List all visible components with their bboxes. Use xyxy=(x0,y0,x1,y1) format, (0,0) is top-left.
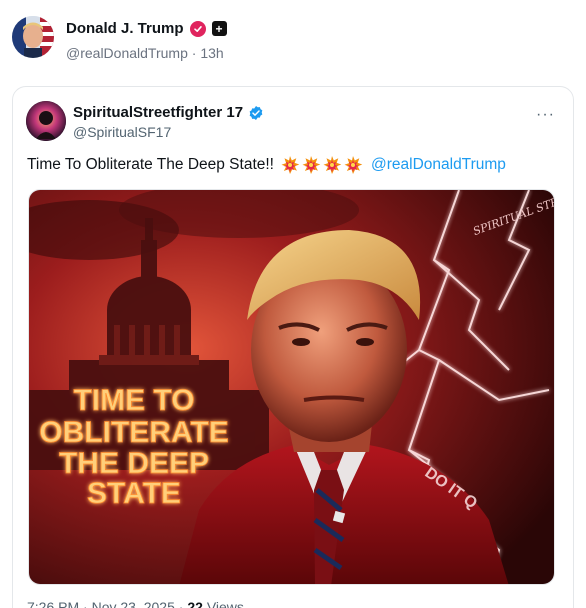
image-overlay-line-4: STATE xyxy=(87,477,181,510)
views-label: Views xyxy=(206,599,244,608)
post-image-art: TIME TO OBLITERATE THE DEEP STATE SPIRIT… xyxy=(29,190,554,584)
avatar[interactable] xyxy=(12,16,54,58)
post-time[interactable]: 13h xyxy=(200,45,223,61)
mention-link[interactable]: @realDonaldTrump xyxy=(371,156,506,174)
post-meta: 7:26 PM · Nov 23, 2025 · 22 Views xyxy=(27,599,244,608)
post-text: Time To Obliterate The Deep State!! @rea… xyxy=(27,155,506,175)
author-handle[interactable]: @realDonaldTrump xyxy=(66,45,188,61)
explosion-icon xyxy=(281,156,300,174)
separator: · xyxy=(191,45,197,61)
verified-badge-icon xyxy=(249,105,263,120)
explosion-icon xyxy=(344,156,363,174)
avatar-image xyxy=(12,16,54,58)
post-header: Donald J. Trump + @realDonaldTrump · 13h xyxy=(12,16,572,66)
explosion-emojis xyxy=(280,155,363,175)
embedded-post-card[interactable]: SpiritualStreetfighter 17 @SpiritualSF17… xyxy=(12,86,574,608)
embedded-avatar[interactable] xyxy=(26,101,66,141)
post-timestamp[interactable]: 7:26 PM xyxy=(27,599,79,608)
explosion-icon xyxy=(323,156,342,174)
embedded-author-handle[interactable]: @SpiritualSF17 xyxy=(73,124,171,140)
views-count: 22 xyxy=(187,599,203,608)
author-name[interactable]: Donald J. Trump xyxy=(66,20,184,37)
post-body: Time To Obliterate The Deep State!! xyxy=(27,156,274,173)
more-options-icon[interactable]: ··· xyxy=(536,107,555,123)
post-date[interactable]: Nov 23, 2025 xyxy=(92,599,175,608)
verified-badge-icon xyxy=(189,20,206,37)
embedded-avatar-image xyxy=(26,101,66,141)
plus-badge-icon: + xyxy=(211,21,227,36)
post-image[interactable]: TIME TO OBLITERATE THE DEEP STATE SPIRIT… xyxy=(28,189,555,585)
explosion-icon xyxy=(302,156,321,174)
author-handle-time: @realDonaldTrump · 13h xyxy=(66,45,224,61)
image-overlay-line-2: OBLITERATE xyxy=(39,416,228,449)
image-overlay-line-1: TIME TO xyxy=(73,384,194,417)
embedded-author-name[interactable]: SpiritualStreetfighter 17 xyxy=(73,104,243,121)
image-overlay-line-3: THE DEEP xyxy=(59,447,209,480)
